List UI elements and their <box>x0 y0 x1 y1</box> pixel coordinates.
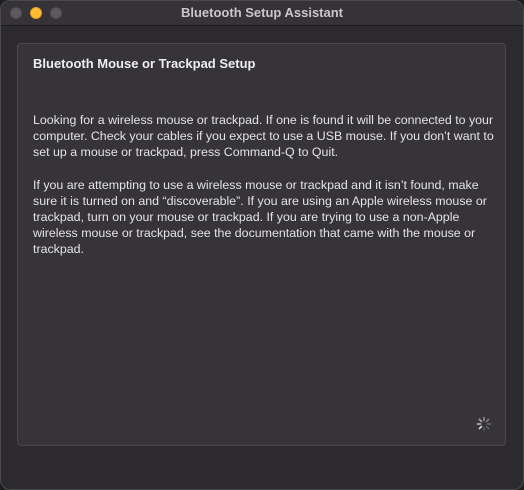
window-title: Bluetooth Setup Assistant <box>180 5 344 20</box>
instructions-text: Looking for a wireless mouse or trackpad… <box>33 112 495 274</box>
content-panel: Bluetooth Mouse or Trackpad Setup Lookin… <box>17 43 506 446</box>
spinner-icon <box>476 416 492 432</box>
panel-heading: Bluetooth Mouse or Trackpad Setup <box>33 56 256 71</box>
bluetooth-setup-window: Bluetooth Setup Assistant Bluetooth Mous… <box>0 0 524 490</box>
title-bar[interactable]: Bluetooth Setup Assistant <box>1 1 523 26</box>
instructions-paragraph-2: If you are attempting to use a wireless … <box>33 177 487 257</box>
instructions-paragraph-1: Looking for a wireless mouse or trackpad… <box>33 113 494 160</box>
